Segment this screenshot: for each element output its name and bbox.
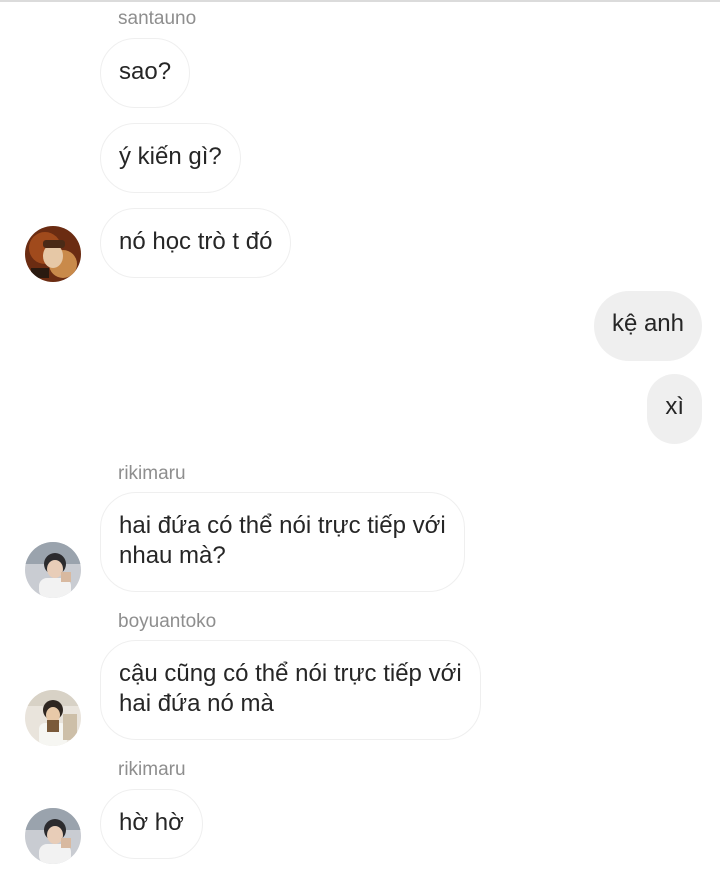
avatar-photo xyxy=(25,542,81,598)
message-text: kệ anh xyxy=(611,310,684,337)
message-bubble-outgoing[interactable]: kệ anh xyxy=(593,291,702,361)
message-bubble-outgoing[interactable]: xì xyxy=(647,374,702,444)
avatar-photo xyxy=(25,226,81,282)
sender-name-boyuantoko: boyuantoko xyxy=(118,611,217,632)
message-text-line: cậu cũng có thể nói trực tiếp với xyxy=(119,660,462,687)
sender-name-santauno: santauno xyxy=(118,8,197,29)
avatar-photo xyxy=(25,690,81,746)
message-bubble-incoming[interactable]: sao? xyxy=(100,38,191,108)
message-bubble-incoming[interactable]: nó học trò t đó xyxy=(100,208,292,278)
message-text: ý kiến gì? xyxy=(119,143,222,170)
message-bubble-incoming[interactable]: cậu cũng có thể nói trực tiếp với hai đứ… xyxy=(100,640,481,740)
top-divider xyxy=(0,0,720,2)
message-text-line: hai đứa có thể nói trực tiếp với xyxy=(119,512,446,539)
message-text: nó học trò t đó xyxy=(119,228,273,255)
message-text: hờ hờ xyxy=(119,809,184,836)
avatar-santauno[interactable] xyxy=(25,226,81,282)
message-text: xì xyxy=(665,393,684,420)
message-text: sao? xyxy=(119,58,172,85)
avatar-rikimaru[interactable] xyxy=(25,808,81,864)
avatar-photo xyxy=(25,808,81,864)
sender-name-rikimaru: rikimaru xyxy=(118,463,186,484)
avatar-boyuantoko[interactable] xyxy=(25,690,81,746)
message-bubble-incoming[interactable]: hờ hờ xyxy=(100,789,203,859)
message-bubble-incoming[interactable]: hai đứa có thể nói trực tiếp với nhau mà… xyxy=(100,492,465,592)
message-bubble-incoming[interactable]: ý kiến gì? xyxy=(100,123,241,193)
avatar-rikimaru[interactable] xyxy=(25,542,81,598)
message-text-line: nhau mà? xyxy=(119,542,226,569)
sender-name-rikimaru: rikimaru xyxy=(118,759,186,780)
message-text-line: hai đứa nó mà xyxy=(119,690,274,717)
